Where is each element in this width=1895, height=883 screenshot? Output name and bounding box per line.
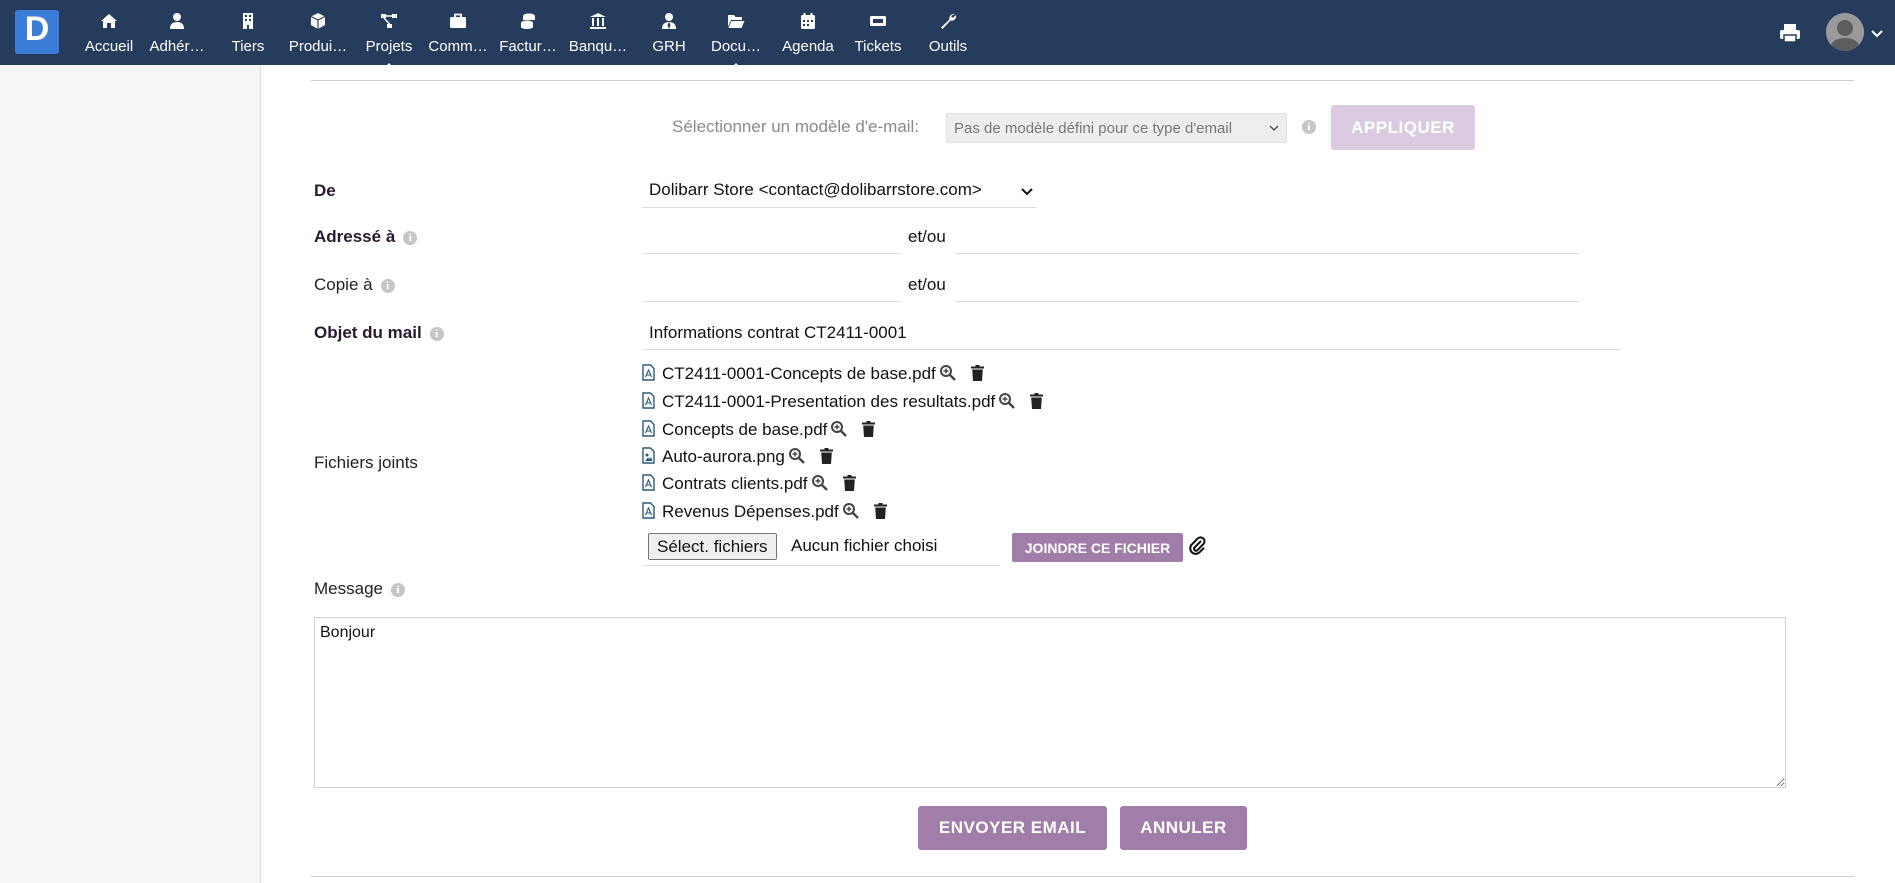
nav-banques[interactable]: Banqu… bbox=[566, 10, 630, 60]
file-pdf-icon bbox=[642, 502, 655, 519]
cube-icon bbox=[310, 13, 326, 29]
bank-icon bbox=[590, 13, 606, 29]
briefcase-icon bbox=[450, 13, 466, 28]
file-pdf-icon bbox=[642, 392, 655, 409]
nav-produits[interactable]: Produi… bbox=[286, 10, 350, 60]
no-file-chosen-text: Aucun fichier choisi bbox=[791, 536, 938, 555]
info-icon: i bbox=[380, 278, 395, 293]
zoom-preview-icon[interactable] bbox=[998, 392, 1016, 410]
active-indicator bbox=[383, 63, 395, 69]
attachment-item: CT2411-0001-Presentation des resultats.p… bbox=[642, 392, 1044, 416]
home-icon bbox=[101, 14, 117, 28]
attach-file-button[interactable]: JOINDRE CE FICHIER bbox=[1012, 533, 1183, 562]
active-indicator bbox=[730, 63, 742, 69]
from-select[interactable]: Dolibarr Store <contact@dolibarrstore.co… bbox=[642, 176, 1036, 208]
nav-facturation[interactable]: Factur… bbox=[496, 10, 560, 60]
info-icon: i bbox=[390, 582, 405, 597]
user-icon bbox=[170, 13, 184, 29]
message-label: Message i bbox=[314, 579, 405, 599]
file-pdf-icon bbox=[642, 364, 655, 381]
cc-extra-input[interactable] bbox=[955, 269, 1579, 302]
file-image-icon bbox=[642, 447, 655, 464]
left-sidebar bbox=[0, 65, 261, 883]
trash-icon[interactable] bbox=[873, 503, 887, 519]
chevron-down-icon[interactable] bbox=[1870, 26, 1884, 40]
top-navbar: D Accueil Adhér… Tiers Produi… Projets C… bbox=[0, 0, 1895, 69]
zoom-preview-icon[interactable] bbox=[939, 364, 957, 382]
attachments-label: Fichiers joints bbox=[314, 453, 418, 472]
send-email-button[interactable]: ENVOYER EMAIL bbox=[918, 806, 1107, 850]
nav-projets[interactable]: Projets bbox=[362, 10, 416, 69]
to-input[interactable] bbox=[642, 221, 902, 254]
attachment-item: Concepts de base.pdf bbox=[642, 420, 876, 444]
and-or-label: et/ou bbox=[908, 227, 946, 246]
trash-icon[interactable] bbox=[819, 448, 833, 464]
nav-documents[interactable]: Docu… bbox=[706, 10, 766, 69]
folder-open-icon bbox=[728, 15, 745, 28]
apply-button[interactable]: APPLIQUER bbox=[1331, 105, 1475, 150]
subject-input[interactable] bbox=[642, 316, 1620, 350]
template-label: Sélectionner un modèle d'e-mail: bbox=[672, 117, 920, 136]
calendar-icon bbox=[801, 13, 815, 29]
info-icon: i bbox=[403, 230, 418, 245]
choose-files-button[interactable]: Sélect. fichiers bbox=[648, 533, 777, 560]
trash-icon[interactable] bbox=[970, 365, 984, 381]
nav-accueil[interactable]: Accueil bbox=[80, 10, 138, 60]
template-select[interactable]: Pas de modèle défini pour ce type d'emai… bbox=[946, 113, 1287, 143]
cc-input[interactable] bbox=[642, 269, 902, 302]
zoom-preview-icon[interactable] bbox=[842, 502, 860, 520]
nav-grh[interactable]: GRH bbox=[638, 10, 700, 60]
bottom-divider bbox=[311, 876, 1854, 877]
cancel-button[interactable]: ANNULER bbox=[1120, 806, 1247, 850]
message-textarea[interactable]: Bonjour bbox=[314, 617, 1786, 788]
file-input[interactable]: Sélect. fichiers Aucun fichier choisi bbox=[642, 531, 1000, 566]
to-extra-input[interactable] bbox=[955, 221, 1579, 254]
nav-outils[interactable]: Outils bbox=[916, 10, 980, 60]
print-icon[interactable] bbox=[1779, 22, 1801, 44]
building-icon bbox=[243, 13, 253, 29]
nav-tickets[interactable]: Tickets bbox=[846, 10, 910, 60]
attachment-item: Auto-aurora.png bbox=[642, 447, 833, 471]
user-avatar[interactable] bbox=[1826, 13, 1864, 51]
chevron-down-icon bbox=[1021, 188, 1033, 196]
and-or-label: et/ou bbox=[908, 275, 946, 294]
avatar-silhouette-icon bbox=[1826, 13, 1864, 51]
cc-label: Copie ài bbox=[314, 275, 395, 295]
nav-tiers[interactable]: Tiers bbox=[220, 10, 276, 60]
trash-icon[interactable] bbox=[842, 475, 856, 491]
zoom-preview-icon[interactable] bbox=[811, 474, 829, 492]
trash-icon[interactable] bbox=[862, 421, 876, 437]
sitemap-icon bbox=[381, 14, 397, 28]
user-tie-icon bbox=[662, 13, 676, 29]
wrench-icon bbox=[941, 13, 957, 29]
file-pdf-icon bbox=[642, 474, 655, 491]
nav-agenda[interactable]: Agenda bbox=[776, 10, 840, 60]
coins-icon bbox=[521, 13, 535, 29]
file-pdf-icon bbox=[642, 420, 655, 437]
chevron-down-icon bbox=[1269, 125, 1279, 132]
zoom-preview-icon[interactable] bbox=[830, 420, 848, 438]
top-divider bbox=[311, 80, 1854, 81]
ticket-icon bbox=[870, 16, 886, 26]
nav-adherents[interactable]: Adhér… bbox=[146, 10, 208, 60]
info-icon: i bbox=[1302, 120, 1316, 134]
to-label: Adressé ài bbox=[314, 227, 418, 247]
attachment-item: Contrats clients.pdf bbox=[642, 474, 856, 498]
zoom-preview-icon[interactable] bbox=[788, 447, 806, 465]
subject-label: Objet du mail i bbox=[314, 323, 444, 343]
info-icon: i bbox=[429, 326, 444, 341]
paperclip-icon bbox=[1189, 536, 1206, 555]
from-label: De bbox=[314, 181, 336, 200]
attachment-item: Revenus Dépenses.pdf bbox=[642, 502, 887, 526]
trash-icon[interactable] bbox=[1030, 393, 1044, 409]
nav-commercial[interactable]: Comm… bbox=[426, 10, 490, 60]
dolibarr-logo[interactable]: D bbox=[15, 10, 59, 54]
attachment-item: CT2411-0001-Concepts de base.pdf bbox=[642, 364, 984, 388]
